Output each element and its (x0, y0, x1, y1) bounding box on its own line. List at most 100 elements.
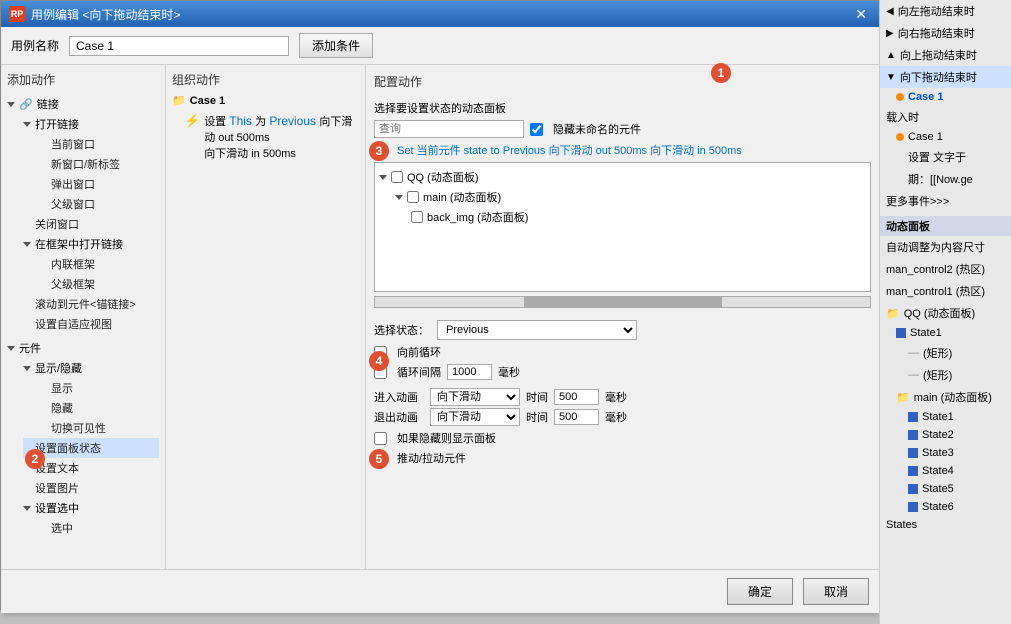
frame-link-root[interactable]: 在框架中打开链接 (23, 234, 159, 254)
main-state5[interactable]: State5 (880, 480, 1011, 498)
open-link-root[interactable]: 打开链接 (23, 114, 159, 134)
link-icon: 🔗 (19, 98, 33, 111)
sidebar-swipe-right[interactable]: ▶ 向右拖动结束时 (880, 22, 1011, 44)
panel-select-section: 选择要设置状态的动态面板 隐藏未命名的元件 Set 当前元件 state to … (374, 100, 871, 310)
main-expand (395, 195, 403, 200)
man-control1-item[interactable]: man_control1 (热区) (880, 280, 1011, 302)
main-state6[interactable]: State6 (880, 498, 1011, 516)
enter-anim-select[interactable]: 向下滑动 (430, 388, 520, 406)
main-state3[interactable]: State3 (880, 444, 1011, 462)
tree-link-root[interactable]: 🔗 链接 (7, 94, 159, 114)
backimg-panel-node[interactable]: back_img (动态面板) (411, 207, 866, 227)
new-window-item[interactable]: 新窗口/新标签 (39, 154, 159, 174)
main-state2-label: State2 (922, 429, 954, 441)
show-item[interactable]: 显示 (39, 378, 159, 398)
state-dropdown[interactable]: Previous Next (437, 320, 637, 340)
search-hide-row: 隐藏未命名的元件 (374, 120, 871, 138)
rect2-label: (矩形) (923, 367, 952, 383)
main-panel-node[interactable]: main (动态面板) (395, 187, 866, 207)
ok-button[interactable]: 确定 (727, 578, 793, 605)
close-button[interactable]: ✕ (851, 7, 871, 21)
element-root[interactable]: 元件 (7, 338, 159, 358)
parent-frame-item[interactable]: 父级框架 (39, 274, 159, 294)
show-hide-label: 显示/隐藏 (35, 360, 82, 376)
qq-checkbox[interactable] (391, 171, 403, 183)
enter-time-input[interactable] (554, 389, 599, 405)
action-previous: Previous (269, 114, 316, 128)
parent-window-item[interactable]: 父级窗口 (39, 194, 159, 214)
add-condition-button[interactable]: 添加条件 (299, 33, 373, 58)
sidebar-load[interactable]: 载入时 (880, 106, 1011, 128)
title-bar: RP 用例编辑 <向下拖动结束时> ✕ (1, 1, 879, 27)
show-if-hidden-label: 如果隐藏则显示面板 (397, 430, 496, 446)
sidebar-swipe-down[interactable]: ▼ 向下拖动结束时 (880, 66, 1011, 88)
sidebar-set-text[interactable]: 设置 文字于 (880, 146, 1011, 168)
state1-qq-label: State1 (910, 327, 942, 339)
arrow-left-icon: ◀ (886, 6, 894, 17)
adaptive-view-item[interactable]: 设置自适应视图 (23, 314, 159, 334)
man-control2-item[interactable]: man_control2 (热区) (880, 258, 1011, 280)
set-selected-children: 选中 (39, 518, 159, 538)
app-icon: RP (9, 6, 25, 22)
search-input[interactable] (374, 120, 524, 138)
rect2-item[interactable]: — (矩形) (880, 364, 1011, 386)
main-state4[interactable]: State4 (880, 462, 1011, 480)
hide-item[interactable]: 隐藏 (39, 398, 159, 418)
folder-icon-qq: 📁 (886, 307, 900, 320)
action-text-static: 设置 (204, 116, 229, 128)
panel-scrollbar[interactable] (374, 296, 871, 308)
qq-panel-item[interactable]: 📁 QQ (动态面板) (880, 302, 1011, 324)
main-state3-label: State3 (922, 447, 954, 459)
sidebar-more-events[interactable]: 更多事件>>> (880, 190, 1011, 212)
sidebar-swipe-up[interactable]: ▲ 向上拖动结束时 (880, 44, 1011, 66)
state1-qq-item[interactable]: State1 (880, 324, 1011, 342)
sidebar-date-expr[interactable]: 期：[[Now.ge (880, 168, 1011, 190)
cancel-button[interactable]: 取消 (803, 578, 869, 605)
title-bar-left: RP 用例编辑 <向下拖动结束时> (9, 6, 180, 23)
sidebar-swipe-left[interactable]: ◀ 向左拖动结束时 (880, 0, 1011, 22)
circle-2: 2 (25, 449, 45, 469)
close-window-item[interactable]: 关闭窗口 (23, 214, 159, 234)
qq-panel-node[interactable]: QQ (动态面板) (379, 167, 866, 187)
main-state1[interactable]: State1 (880, 408, 1011, 426)
toggle-item[interactable]: 切换可见性 (39, 418, 159, 438)
show-hide-root[interactable]: 显示/隐藏 (23, 358, 159, 378)
current-window-item[interactable]: 当前窗口 (39, 134, 159, 154)
show-if-hidden-checkbox[interactable] (374, 432, 387, 445)
set-selected-root[interactable]: 设置选中 (23, 498, 159, 518)
main-state4-label: State4 (922, 465, 954, 477)
blue-sq-3 (908, 430, 918, 440)
hide-unnamed-checkbox[interactable] (530, 123, 543, 136)
case-name-input[interactable] (69, 36, 289, 56)
open-link-label: 打开链接 (35, 116, 79, 132)
hide-unnamed-label: 隐藏未命名的元件 (553, 121, 641, 137)
arrow-down-icon: ▼ (886, 72, 896, 83)
action-text-down2: 向下滑动 in 500ms (204, 148, 296, 160)
states-item[interactable]: States (880, 516, 1011, 534)
backimg-checkbox[interactable] (411, 211, 423, 223)
date-label: 期：[[Now.ge (908, 171, 973, 187)
popup-item[interactable]: 弹出窗口 (39, 174, 159, 194)
main-checkbox[interactable] (407, 191, 419, 203)
main-state2[interactable]: State2 (880, 426, 1011, 444)
scroll-anchor-item[interactable]: 滚动到元件<锚链接> (23, 294, 159, 314)
load-label: 载入时 (886, 109, 919, 125)
main-panel-sidebar-item[interactable]: 📁 main (动态面板) (880, 386, 1011, 408)
exit-anim-select[interactable]: 向下滑动 (430, 408, 520, 426)
panel-tree-view[interactable]: QQ (动态面板) main (动态面板) back_img (动态面板) (374, 162, 871, 292)
auto-fit-item[interactable]: 自动调整为内容尺寸 (880, 236, 1011, 258)
set-image-item[interactable]: 设置图片 (23, 478, 159, 498)
rect1-item[interactable]: — (矩形) (880, 342, 1011, 364)
sidebar-case1-load[interactable]: Case 1 (880, 128, 1011, 146)
qq-label: QQ (动态面板) (407, 169, 479, 185)
push-pull-label: 推动/拉动元件 (397, 450, 466, 466)
exit-time-input[interactable] (554, 409, 599, 425)
dash-2: — (908, 369, 919, 381)
inline-frame-item[interactable]: 内联框架 (39, 254, 159, 274)
exit-unit: 毫秒 (605, 409, 627, 425)
blue-sq-2 (908, 412, 918, 422)
selected-item[interactable]: 选中 (39, 518, 159, 538)
loop-interval-input[interactable] (447, 364, 492, 380)
sidebar-case1-swipe[interactable]: Case 1 (880, 88, 1011, 106)
set-selected-label: 设置选中 (35, 500, 79, 516)
